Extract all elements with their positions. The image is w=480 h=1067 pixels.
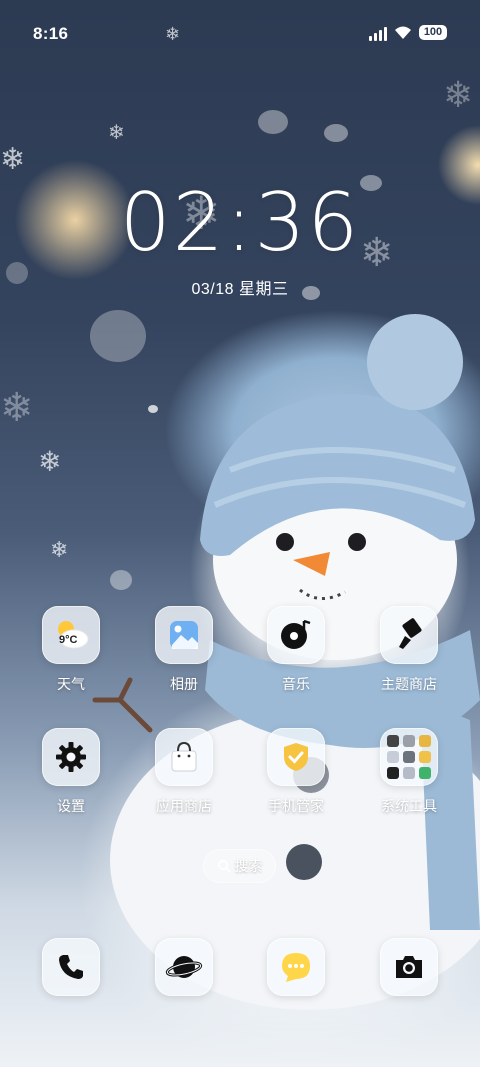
- planet-browser-icon: [155, 938, 213, 996]
- app-weather[interactable]: 9°C 天气: [26, 606, 116, 694]
- message-icon: [267, 938, 325, 996]
- dock-browser[interactable]: [139, 938, 229, 996]
- battery-icon: 100: [419, 25, 447, 40]
- app-settings[interactable]: 设置: [26, 728, 116, 816]
- app-phone-manager[interactable]: 手机管家: [251, 728, 341, 816]
- app-label: 主题商店: [381, 676, 437, 692]
- weather-temp: 9°C: [59, 634, 78, 646]
- app-label: 设置: [57, 798, 85, 814]
- app-label: 应用商店: [156, 798, 212, 814]
- lockscreen-clock: 02:36: [119, 176, 361, 269]
- app-label: 手机管家: [268, 798, 324, 814]
- app-app-store[interactable]: 应用商店: [139, 728, 229, 816]
- status-bar: 8:16 100: [0, 0, 480, 66]
- shopping-bag-icon: [155, 728, 213, 786]
- app-theme-store[interactable]: 主题商店: [364, 606, 454, 694]
- folder-icon: [380, 728, 438, 786]
- app-gallery[interactable]: 相册: [139, 606, 229, 694]
- search-icon: [217, 859, 230, 873]
- gallery-icon: [155, 606, 213, 664]
- phone-icon: [42, 938, 100, 996]
- gear-icon: [42, 728, 100, 786]
- app-label: 音乐: [282, 676, 310, 692]
- dock-phone[interactable]: [26, 938, 116, 996]
- search-button[interactable]: 搜索: [203, 849, 276, 883]
- lockscreen-date: 03/18 星期三: [191, 281, 289, 298]
- dock-messages[interactable]: [251, 938, 341, 996]
- camera-icon: [380, 938, 438, 996]
- weather-icon: 9°C: [42, 606, 100, 664]
- dock-camera[interactable]: [364, 938, 454, 996]
- wifi-icon: [395, 26, 411, 39]
- app-system-tools-folder[interactable]: 系统工具: [364, 728, 454, 816]
- search-label: 搜索: [234, 858, 263, 874]
- music-icon: [267, 606, 325, 664]
- theme-brush-icon: [380, 606, 438, 664]
- app-label: 天气: [57, 676, 85, 692]
- app-label: 相册: [170, 676, 198, 692]
- app-music[interactable]: 音乐: [251, 606, 341, 694]
- app-label: 系统工具: [381, 798, 437, 814]
- shield-check-icon: [267, 728, 325, 786]
- cellular-signal-icon: [369, 26, 389, 41]
- status-time: 8:16: [33, 24, 69, 43]
- snowman-wallpaper: [92, 314, 480, 1010]
